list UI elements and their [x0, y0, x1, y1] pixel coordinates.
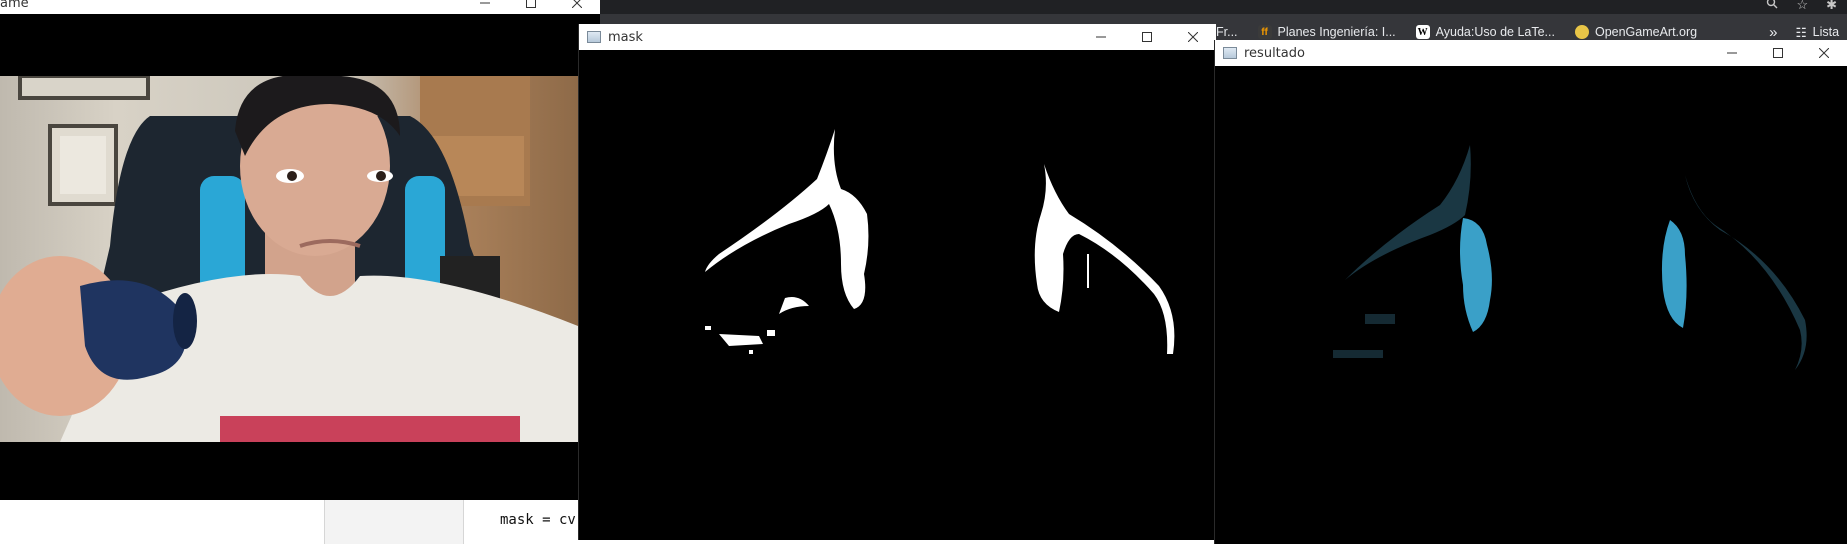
window-title: mask — [608, 29, 643, 45]
bookmark-label: Ayuda:Uso de LaTe... — [1435, 25, 1555, 39]
bookmark-item[interactable]: W Ayuda:Uso de LaTe... — [1415, 25, 1555, 39]
reading-list-icon[interactable]: ☷ — [1795, 25, 1806, 40]
frame-window[interactable]: ame — [0, 0, 600, 500]
opengameart-icon — [1574, 25, 1589, 39]
code-editor-background: mask = cv — [0, 500, 600, 544]
binary-mask-image — [705, 129, 1175, 354]
extensions-icon[interactable]: ✱ — [1826, 0, 1837, 13]
resultado-window-content — [1215, 70, 1847, 544]
masked-result-image — [1333, 145, 1807, 370]
bookmark-item[interactable]: OpenGameArt.org — [1574, 25, 1698, 39]
mask-window-content — [579, 54, 1216, 540]
close-icon[interactable] — [1170, 24, 1216, 50]
wikipedia-w-icon: W — [1415, 25, 1430, 39]
editor-gutter — [324, 500, 464, 544]
reading-list-label[interactable]: Lista — [1813, 25, 1839, 39]
browser-toolbar-icons: ☆ ✱ — [1766, 0, 1837, 13]
bookmarks-overflow-button[interactable]: » — [1769, 24, 1777, 41]
mask-window[interactable]: mask — [578, 24, 1216, 540]
bookmark-item[interactable]: Fr... — [1216, 25, 1238, 39]
window-title: ame — [0, 0, 29, 11]
minimize-icon[interactable] — [1078, 24, 1124, 50]
browser-tabstrip: ☆ ✱ — [590, 0, 1847, 14]
maximize-icon[interactable] — [1124, 24, 1170, 50]
app-window-icon — [1223, 47, 1237, 59]
minimize-icon[interactable] — [1709, 40, 1755, 66]
bookmark-label: OpenGameArt.org — [1594, 25, 1698, 39]
mask-window-titlebar[interactable]: mask — [579, 24, 1216, 50]
close-icon[interactable] — [1801, 40, 1847, 66]
camera-frame-image — [0, 76, 578, 442]
resultado-window[interactable]: resultado — [1214, 40, 1847, 544]
bookmark-favicon-icon: ff — [1257, 25, 1272, 39]
maximize-icon[interactable] — [1755, 40, 1801, 66]
frame-window-content — [0, 14, 600, 500]
bookmark-label: Fr... — [1216, 25, 1238, 39]
star-icon[interactable]: ☆ — [1796, 0, 1808, 13]
frame-window-titlebar[interactable]: ame — [0, 0, 600, 14]
bookmark-label: Planes Ingeniería: I... — [1277, 25, 1396, 39]
search-icon[interactable] — [1766, 0, 1778, 13]
app-window-icon — [587, 31, 601, 43]
window-title: resultado — [1244, 45, 1305, 61]
bookmark-item[interactable]: ff Planes Ingeniería: I... — [1257, 25, 1396, 39]
resultado-window-titlebar[interactable]: resultado — [1215, 40, 1847, 66]
code-line: mask = cv — [500, 512, 576, 528]
